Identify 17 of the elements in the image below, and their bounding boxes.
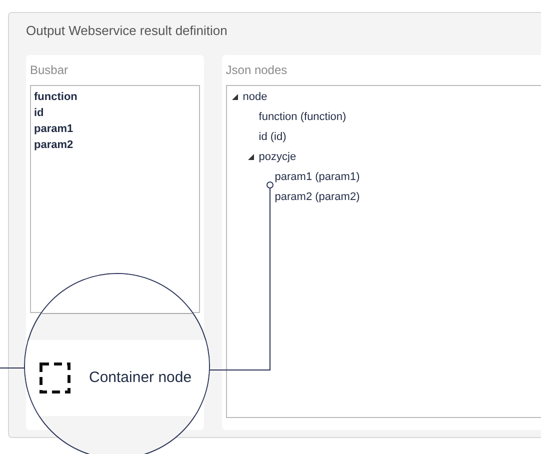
list-item[interactable]: param1 [34, 121, 196, 137]
tree-item[interactable]: param1 (param1) [274, 168, 360, 186]
callout-label: Container node [89, 368, 192, 388]
panel-title: Json nodes [226, 62, 288, 79]
tree-item[interactable]: pozycje [258, 148, 296, 166]
tree-item[interactable]: id (id) [258, 128, 286, 146]
tree-item[interactable]: param2 (param2) [274, 188, 360, 206]
expanded-triangle-icon[interactable] [248, 154, 254, 160]
list-item[interactable]: param2 [34, 137, 196, 153]
list-item[interactable]: id [34, 105, 196, 121]
tree-item[interactable]: function (function) [258, 108, 346, 126]
panel-title: Busbar [30, 62, 70, 79]
dialog-title: Output Webservice result definition [26, 22, 228, 40]
dashed-square-icon [39, 362, 71, 394]
expanded-triangle-icon[interactable] [232, 94, 238, 100]
list-item[interactable]: function [34, 89, 196, 105]
tree-item[interactable]: node [242, 88, 268, 106]
